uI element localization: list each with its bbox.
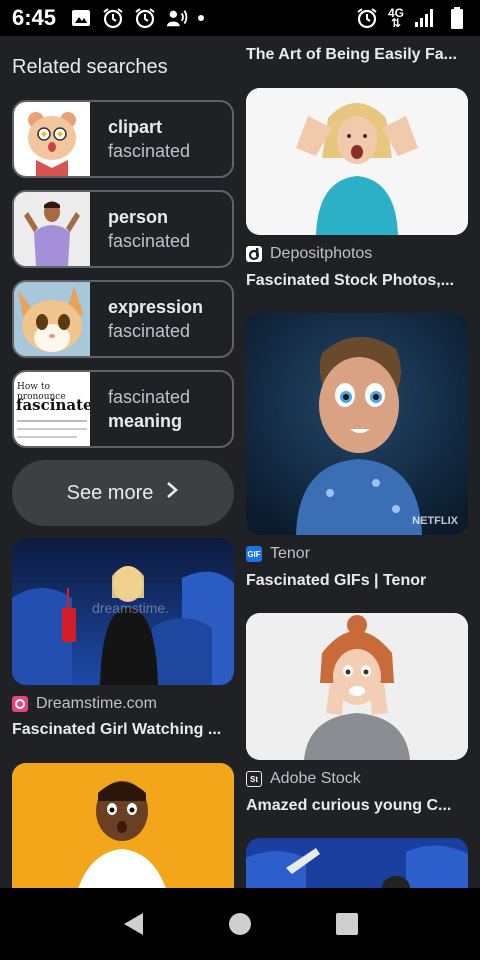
chip-bold-text: clipart [108,117,163,137]
source-name: Adobe Stock [270,770,361,787]
related-chip-clipart[interactable]: clipart fascinated [12,100,234,178]
result-source[interactable]: St Adobe Stock [246,770,361,788]
result-image[interactable] [246,838,468,888]
source-name: Dreamstime.com [36,695,157,712]
chip-light-text: fascinated [108,387,191,407]
hotspot-icon [166,7,188,29]
source-name: Depositphotos [270,245,373,262]
related-chip-meaning[interactable]: How to pronounce fascinated fascinated m… [12,370,234,448]
source-name: Tenor [270,545,311,562]
related-chip-person[interactable]: person fascinated [12,190,234,268]
thumb-line [17,436,77,438]
result-source[interactable]: Depositphotos [246,245,372,263]
related-searches-title: Related searches [12,56,168,78]
image-icon [70,7,92,29]
chip-light-text: fascinated [108,141,191,161]
result-image[interactable] [246,613,468,760]
result-title[interactable]: Fascinated Girl Watching ... [12,721,234,739]
related-chip-expression[interactable]: expression fascinated [12,280,234,358]
chevron-right-icon [165,481,179,505]
alarm-icon [134,7,156,29]
watermark: NETFLIX [412,515,458,527]
thumb-word: fascinated [16,396,90,414]
back-icon[interactable] [113,904,153,944]
status-time: 6:45 [12,5,57,30]
chip-bold-text: expression [108,297,204,317]
chip-thumbnail [14,192,90,266]
result-image[interactable] [12,763,234,888]
tenor-icon: GIF [246,546,262,562]
chip-thumbnail: How to pronounce fascinated [14,372,90,446]
thumb-line [17,420,87,422]
chip-thumbnail [14,282,90,356]
result-title[interactable]: Fascinated GIFs | Tenor [246,572,468,590]
signal-icon [414,7,436,29]
chip-bold-text: meaning [108,411,183,431]
dot-icon [198,15,205,21]
battery-icon [446,7,468,29]
chip-light-text: fascinated [108,231,191,251]
thumb-line [17,428,87,430]
dreamstime-icon [12,696,28,712]
result-title[interactable]: The Art of Being Easily Fa... [246,46,468,64]
result-image[interactable]: NETFLIX [246,313,468,535]
see-more-button[interactable]: See more [12,460,234,526]
watermark: dreamstime. [92,600,170,616]
result-title[interactable]: Fascinated Stock Photos,... [246,272,468,290]
alarm-icon [102,7,124,29]
recents-icon[interactable] [327,904,367,944]
result-source[interactable]: Dreamstime.com [12,695,157,713]
chip-thumbnail [14,102,90,176]
chip-bold-text: person [108,207,169,227]
status-bar: 6:45 4G ⇅ [0,0,480,36]
results-container[interactable]: Related searches clipart fascinated pers… [0,36,480,888]
alarm-icon [356,7,378,29]
home-icon[interactable] [220,904,260,944]
adobe-stock-icon: St [246,771,262,787]
chip-light-text: fascinated [108,321,191,341]
result-title[interactable]: Amazed curious young C... [246,797,468,815]
see-more-label: See more [66,481,154,504]
result-image[interactable] [246,88,468,235]
result-source[interactable]: GIF Tenor [246,545,310,563]
navigation-bar [0,888,480,960]
depositphotos-icon [246,246,262,262]
result-image[interactable]: dreamstime. [12,538,234,685]
network-4g-icon: 4G ⇅ [387,6,404,30]
